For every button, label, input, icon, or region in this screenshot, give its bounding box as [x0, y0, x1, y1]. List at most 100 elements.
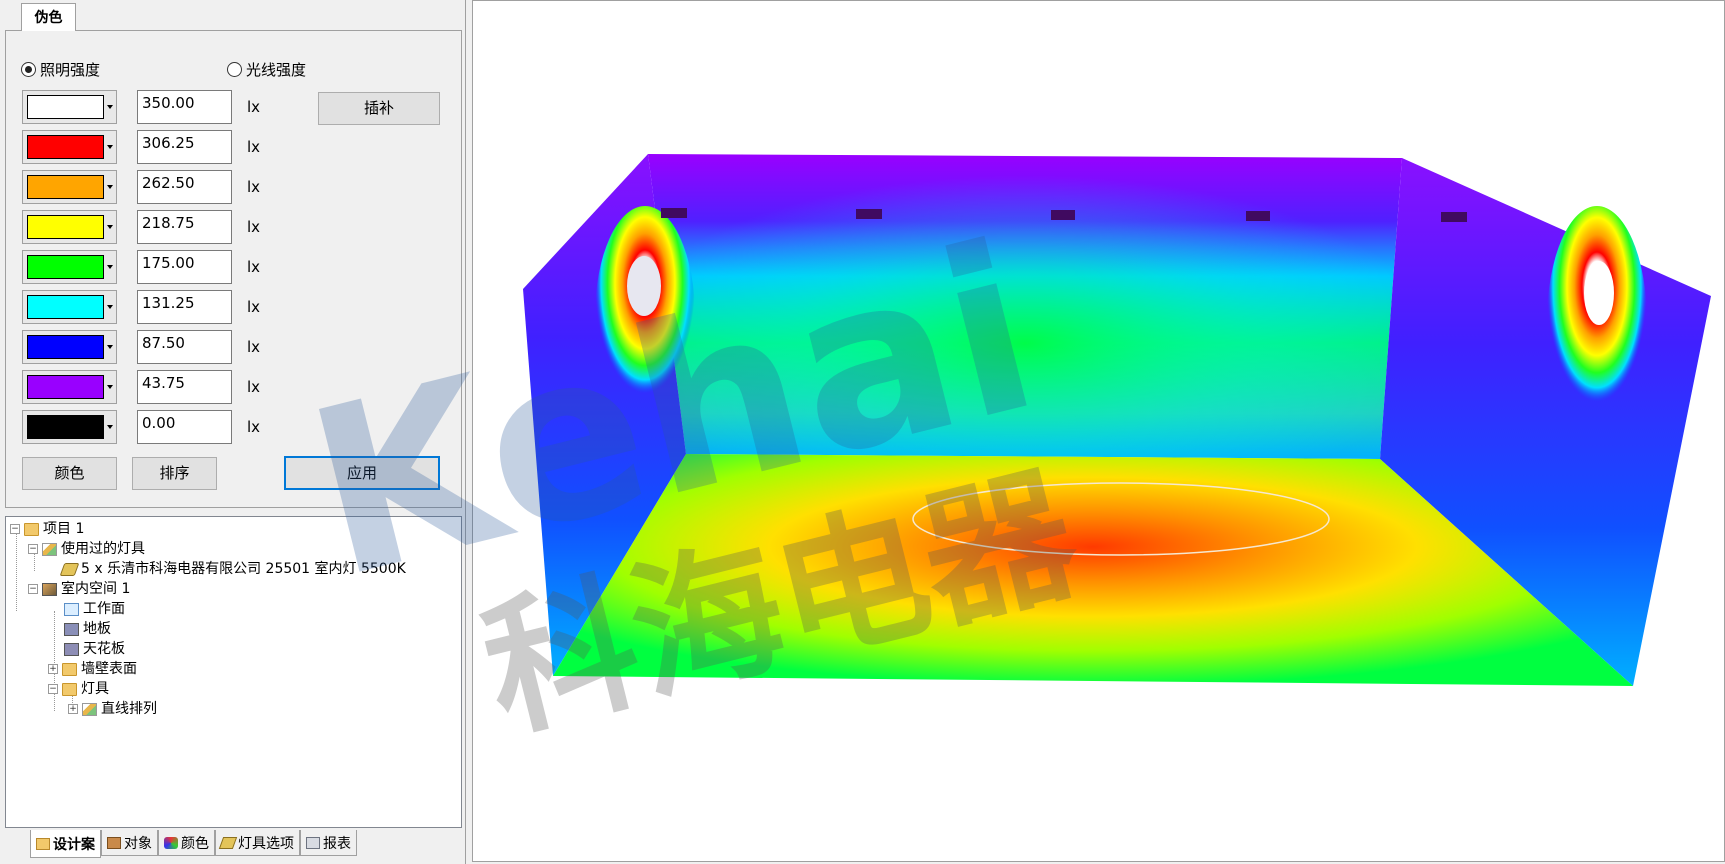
- level-value-input[interactable]: 131.25: [137, 290, 232, 324]
- tab-luminaire-options[interactable]: 灯具选项: [215, 830, 300, 856]
- color-picker[interactable]: [22, 250, 117, 284]
- collapse-icon[interactable]: −: [10, 524, 20, 534]
- color-picker[interactable]: [22, 170, 117, 204]
- tree-label-project: 项目 1: [43, 521, 85, 537]
- unit-label: lx: [247, 138, 261, 156]
- level-value-input[interactable]: 218.75: [137, 210, 232, 244]
- dropdown-arrow-icon[interactable]: [107, 385, 113, 389]
- tree-label-workplane: 工作面: [83, 601, 125, 617]
- tab-report[interactable]: 报表: [300, 830, 357, 856]
- apply-button[interactable]: 应用: [284, 456, 440, 490]
- luminaire-2[interactable]: [856, 209, 882, 219]
- dropdown-arrow-icon[interactable]: [107, 225, 113, 229]
- luminaire-icon: [218, 836, 238, 849]
- color-picker[interactable]: [22, 290, 117, 324]
- design-icon: [36, 837, 50, 850]
- expand-icon[interactable]: +: [68, 704, 78, 714]
- color-swatch: [27, 375, 104, 399]
- tree-node-line-arrangement[interactable]: + 直线排列: [68, 699, 157, 719]
- tab-colors[interactable]: 颜色: [158, 830, 215, 856]
- color-swatch: [27, 215, 104, 239]
- level-value-input[interactable]: 306.25: [137, 130, 232, 164]
- color-picker[interactable]: [22, 410, 117, 444]
- tree-node-workplane[interactable]: 工作面: [64, 599, 125, 619]
- color-button[interactable]: 颜色: [22, 457, 117, 490]
- tab-objects-label: 对象: [124, 835, 152, 852]
- tree-node-room[interactable]: − 室内空间 1: [28, 579, 130, 599]
- level-value-input[interactable]: 43.75: [137, 370, 232, 404]
- radio-luminance[interactable]: 光线强度: [227, 59, 306, 80]
- collapse-icon[interactable]: −: [28, 584, 38, 594]
- project-tree[interactable]: − 项目 1 − 使用过的灯具 5 x 乐清市科海电器有限公司 25501 室内…: [5, 516, 462, 828]
- left-panel: 伪色 照明强度 光线强度 350.00 lx 306.25 lx 262.50 lx 218…: [0, 0, 466, 864]
- tree-label-luminaires: 灯具: [81, 681, 109, 697]
- tree-label-luminaire-item: 5 x 乐清市科海电器有限公司 25501 室内灯 5500K: [81, 561, 406, 577]
- level-value-input[interactable]: 0.00: [137, 410, 232, 444]
- luminaire-5[interactable]: [1441, 212, 1467, 222]
- object-icon: [107, 836, 121, 849]
- tree-node-luminaire-item[interactable]: 5 x 乐清市科海电器有限公司 25501 室内灯 5500K: [59, 559, 406, 579]
- luminaire-3[interactable]: [1051, 210, 1075, 220]
- dropdown-arrow-icon[interactable]: [107, 345, 113, 349]
- folder-icon: [24, 522, 39, 536]
- tab-luminaire-options-label: 灯具选项: [238, 835, 294, 852]
- color-swatch: [27, 335, 104, 359]
- tree-node-project[interactable]: − 项目 1: [10, 519, 84, 539]
- left-wall-peak: [627, 256, 661, 316]
- level-value-input[interactable]: 175.00: [137, 250, 232, 284]
- color-swatch: [27, 295, 104, 319]
- unit-label: lx: [247, 298, 261, 316]
- room-icon: [42, 582, 57, 596]
- folder-icon: [62, 662, 77, 676]
- tree-node-floor[interactable]: 地板: [64, 619, 111, 639]
- tab-design-label: 设计案: [53, 836, 95, 853]
- collapse-icon[interactable]: −: [28, 544, 38, 554]
- 3d-viewport[interactable]: [472, 0, 1725, 862]
- level-value-input[interactable]: 350.00: [137, 90, 232, 124]
- tree-label-walls: 墙壁表面: [81, 661, 137, 677]
- ceiling-icon: [64, 642, 79, 656]
- expand-icon[interactable]: +: [48, 664, 58, 674]
- collapse-icon[interactable]: −: [48, 684, 58, 694]
- color-picker[interactable]: [22, 90, 117, 124]
- tab-objects[interactable]: 对象: [101, 830, 158, 856]
- color-picker[interactable]: [22, 210, 117, 244]
- folder-icon: [62, 682, 77, 696]
- tree-node-used-luminaires[interactable]: − 使用过的灯具: [28, 539, 145, 559]
- color-icon: [164, 836, 178, 849]
- interpolate-button[interactable]: 插补: [318, 92, 440, 125]
- radio-illuminance-indicator[interactable]: [21, 62, 36, 77]
- tab-design[interactable]: 设计案: [30, 830, 101, 858]
- dropdown-arrow-icon[interactable]: [107, 145, 113, 149]
- dropdown-arrow-icon[interactable]: [107, 105, 113, 109]
- color-picker[interactable]: [22, 370, 117, 404]
- radio-luminance-indicator[interactable]: [227, 62, 242, 77]
- room-false-color-render: [523, 154, 1711, 686]
- tab-false-color[interactable]: 伪色: [21, 3, 76, 31]
- color-picker[interactable]: [22, 330, 117, 364]
- tree-node-ceiling[interactable]: 天花板: [64, 639, 125, 659]
- tree-label-ceiling: 天花板: [83, 641, 125, 657]
- tree-node-luminaires[interactable]: − 灯具: [48, 679, 109, 699]
- level-value-input[interactable]: 262.50: [137, 170, 232, 204]
- unit-label: lx: [247, 178, 261, 196]
- false-color-panel: 照明强度 光线强度 350.00 lx 306.25 lx 262.50 lx 218.75…: [5, 30, 462, 508]
- radio-illuminance[interactable]: 照明强度: [21, 59, 100, 80]
- unit-label: lx: [247, 418, 261, 436]
- sort-button[interactable]: 排序: [132, 457, 217, 490]
- tree-node-walls[interactable]: + 墙壁表面: [48, 659, 137, 679]
- luminaire-icon: [59, 562, 80, 576]
- luminaires-group-icon: [42, 542, 57, 556]
- dropdown-arrow-icon[interactable]: [107, 185, 113, 189]
- dropdown-arrow-icon[interactable]: [107, 305, 113, 309]
- dropdown-arrow-icon[interactable]: [107, 265, 113, 269]
- luminaire-4[interactable]: [1246, 211, 1270, 221]
- dropdown-arrow-icon[interactable]: [107, 425, 113, 429]
- workplane-icon: [64, 602, 79, 616]
- luminaire-1[interactable]: [661, 208, 687, 218]
- color-swatch: [27, 95, 104, 119]
- level-value-input[interactable]: 87.50: [137, 330, 232, 364]
- left-wall-hotspot: [595, 206, 695, 426]
- report-icon: [306, 836, 320, 849]
- color-picker[interactable]: [22, 130, 117, 164]
